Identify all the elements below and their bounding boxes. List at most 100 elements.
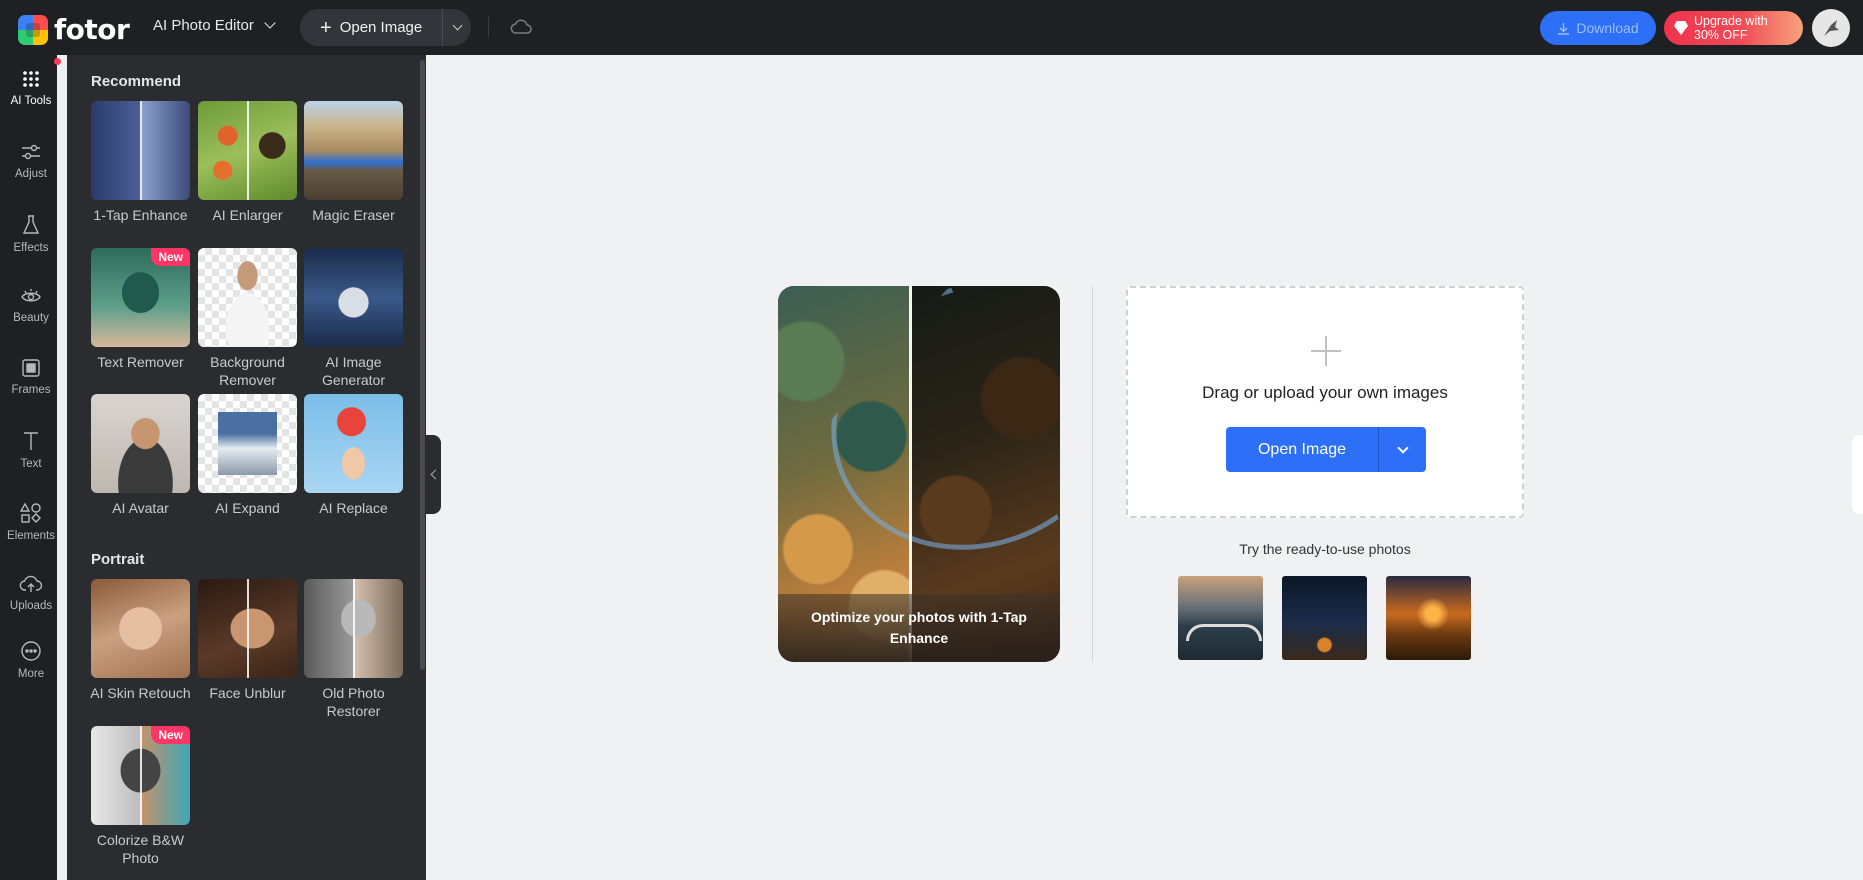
- sample-photo[interactable]: [1178, 576, 1263, 660]
- sample-photo[interactable]: [1386, 576, 1471, 660]
- more-icon: [21, 641, 41, 661]
- top-bar: fotor AI Photo Editor + Open Image Downl…: [0, 0, 1863, 55]
- plus-icon: [1311, 336, 1341, 366]
- tool-name: Old Photo Restorer: [322, 685, 385, 719]
- download-button[interactable]: Download: [1540, 11, 1656, 45]
- tool-ai-expand[interactable]: AI Expand: [198, 394, 297, 517]
- cloud-upload-icon: [19, 575, 43, 592]
- chevron-left-icon: [430, 469, 440, 480]
- rail-item-effects[interactable]: Effects: [0, 214, 62, 254]
- chevron-down-icon: [452, 20, 462, 31]
- badge-new: New: [151, 726, 190, 744]
- fotor-logo[interactable]: fotor: [18, 13, 130, 46]
- tool-name: Background Remover: [210, 354, 285, 388]
- tool-thumbnail: New: [91, 726, 190, 825]
- tool-ai-skin-retouch[interactable]: AI Skin Retouch: [90, 579, 191, 702]
- editor-switch-label: AI Photo Editor: [153, 17, 254, 34]
- cloud-icon[interactable]: [510, 18, 532, 36]
- tool-ai-enlarger[interactable]: AI Enlarger: [198, 101, 297, 224]
- tool-ai-image-generator[interactable]: AI Image Generator: [304, 248, 403, 389]
- badge-new: New: [151, 248, 190, 266]
- avatar[interactable]: [1812, 9, 1850, 47]
- tool-ai-avatar[interactable]: AI Avatar: [91, 394, 190, 517]
- rail-item-ai-tools[interactable]: AI Tools: [0, 69, 62, 107]
- shapes-icon: [20, 502, 41, 523]
- tool-name: AI Image Generator: [321, 354, 386, 388]
- tool-thumbnail: [198, 101, 297, 200]
- open-image-main[interactable]: + Open Image: [300, 9, 443, 46]
- open-image-label: Open Image: [339, 19, 423, 36]
- tool-text-remover[interactable]: New Text Remover: [91, 248, 190, 371]
- tool-thumbnail: [91, 101, 190, 200]
- download-label: Download: [1576, 20, 1639, 36]
- rail-label: AI Tools: [10, 95, 52, 107]
- tool-old-photo-restorer[interactable]: Old Photo Restorer: [304, 579, 403, 720]
- open-image-button[interactable]: Open Image: [1226, 427, 1426, 472]
- right-panel-handle[interactable]: [1852, 435, 1863, 514]
- section-title-recommend: Recommend: [91, 73, 182, 90]
- rail-item-text[interactable]: Text: [0, 430, 62, 470]
- left-rail: AI Tools Adjust Effects Beauty Frames Te…: [0, 55, 57, 880]
- tool-magic-eraser[interactable]: Magic Eraser: [304, 101, 403, 224]
- rail-label: Elements: [7, 530, 55, 542]
- section-title-portrait: Portrait: [91, 551, 145, 568]
- tool-1-tap-enhance[interactable]: 1-Tap Enhance: [91, 101, 190, 224]
- notification-dot: [54, 58, 61, 65]
- open-image-button-top[interactable]: + Open Image: [300, 9, 471, 46]
- tool-name: Magic Eraser: [312, 207, 395, 223]
- panel-scrollbar[interactable]: [420, 60, 425, 670]
- rail-item-uploads[interactable]: Uploads: [0, 574, 62, 612]
- tool-ai-replace[interactable]: AI Replace: [304, 394, 403, 517]
- collapse-panel-handle[interactable]: [426, 435, 441, 514]
- enhance-preview-card[interactable]: Optimize your photos with 1-Tap Enhance: [778, 286, 1060, 662]
- tool-name: Face Unblur: [209, 685, 286, 701]
- rail-label: Text: [20, 458, 42, 470]
- tool-name: Colorize B&W Photo: [96, 832, 185, 866]
- divider: [488, 17, 489, 37]
- upgrade-line1: Upgrade with: [1694, 14, 1768, 28]
- grid-icon: [23, 71, 39, 87]
- tool-thumbnail: [304, 579, 403, 678]
- bird-icon: [1824, 20, 1839, 36]
- diamond-icon: [1674, 21, 1688, 35]
- tool-name: Text Remover: [97, 354, 184, 370]
- rail-item-beauty[interactable]: Beauty: [0, 286, 62, 324]
- tool-thumbnail: [198, 394, 297, 493]
- open-image-dropdown-toggle[interactable]: [1379, 427, 1426, 472]
- chevron-down-icon: [1396, 441, 1409, 454]
- rail-item-elements[interactable]: Elements: [0, 502, 62, 542]
- open-image-dropdown-toggle[interactable]: [443, 20, 471, 31]
- sample-photos-label: Try the ready-to-use photos: [1239, 541, 1411, 557]
- sample-photo[interactable]: [1282, 576, 1367, 660]
- rail-item-adjust[interactable]: Adjust: [0, 142, 62, 180]
- rail-label: Effects: [13, 242, 49, 254]
- eye-icon: [21, 289, 41, 302]
- upgrade-button[interactable]: Upgrade with 30% OFF: [1664, 11, 1803, 45]
- tool-name: 1-Tap Enhance: [93, 207, 188, 223]
- logo-text: fotor: [54, 13, 130, 46]
- rail-label: Frames: [11, 384, 51, 396]
- editor-switch-dropdown[interactable]: AI Photo Editor: [153, 17, 276, 34]
- preview-caption: Optimize your photos with 1-Tap Enhance: [778, 594, 1060, 662]
- tool-thumbnail: [304, 101, 403, 200]
- upload-dropzone[interactable]: Drag or upload your own images Open Imag…: [1126, 286, 1524, 518]
- open-image-main[interactable]: Open Image: [1226, 427, 1379, 472]
- tool-background-remover[interactable]: Background Remover: [198, 248, 297, 389]
- rail-item-frames[interactable]: Frames: [0, 358, 62, 396]
- tool-name: AI Skin Retouch: [90, 685, 191, 701]
- tool-thumbnail: [198, 579, 297, 678]
- download-icon: [1558, 22, 1570, 35]
- sliders-icon: [22, 144, 40, 160]
- tool-thumbnail: [304, 248, 403, 347]
- tool-face-unblur[interactable]: Face Unblur: [198, 579, 297, 702]
- tool-name: AI Avatar: [112, 500, 169, 516]
- chevron-down-icon: [264, 17, 276, 29]
- flask-icon: [22, 215, 40, 234]
- tool-thumbnail: New: [91, 248, 190, 347]
- rail-label: Adjust: [15, 168, 47, 180]
- divider: [1092, 286, 1093, 662]
- tool-thumbnail: [91, 394, 190, 493]
- tool-colorize-bw-photo[interactable]: New Colorize B&W Photo: [91, 726, 190, 867]
- tool-name: AI Replace: [319, 500, 388, 516]
- rail-item-more[interactable]: More: [0, 640, 62, 680]
